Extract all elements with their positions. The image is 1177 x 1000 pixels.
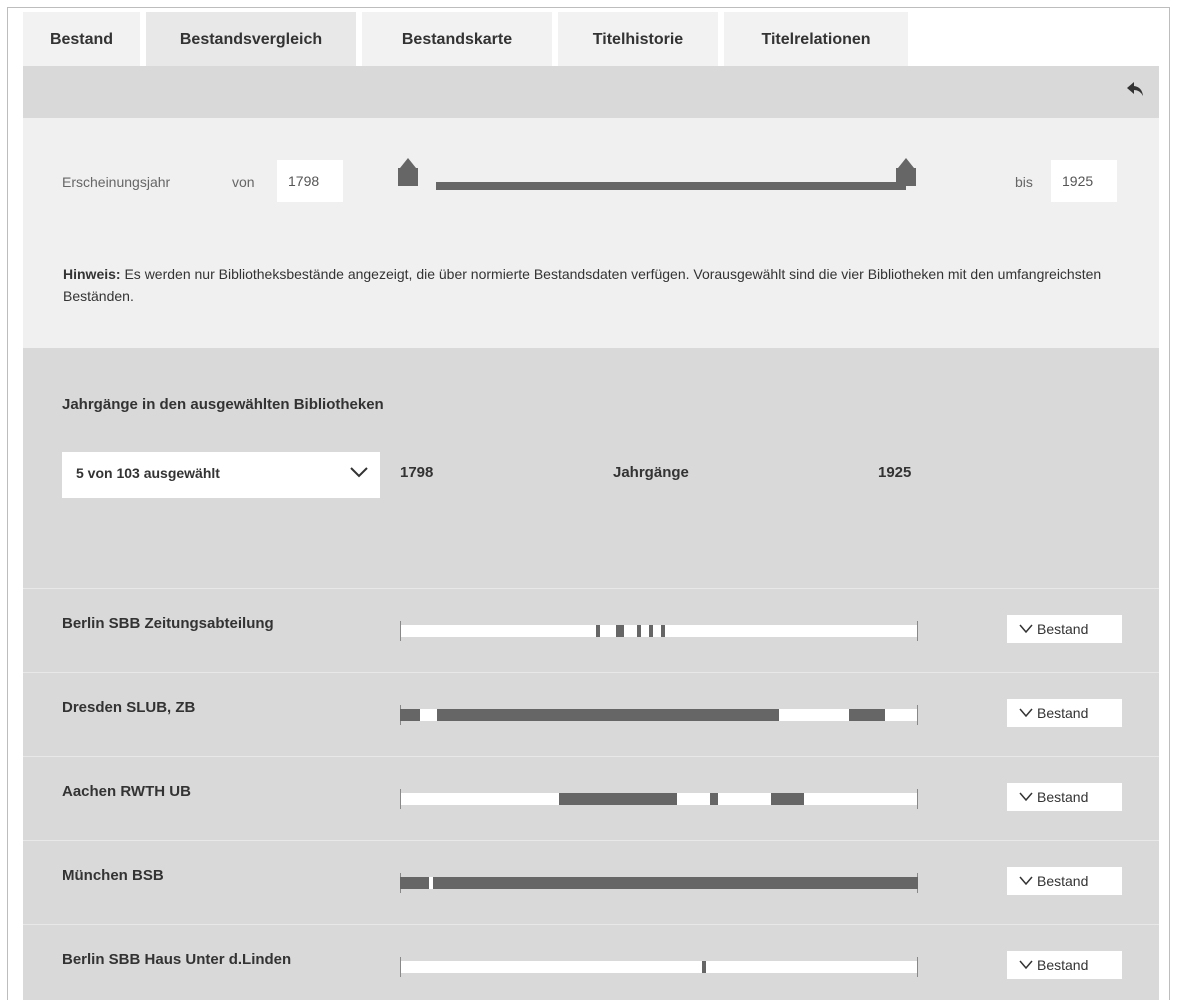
- hint-label: Hinweis:: [63, 266, 121, 282]
- holding-segment: [648, 625, 653, 637]
- bestand-toggle-button[interactable]: Bestand: [1007, 867, 1122, 895]
- bestand-toggle-button[interactable]: Bestand: [1007, 699, 1122, 727]
- to-year-input[interactable]: 1925: [1051, 160, 1117, 202]
- library-name: München BSB: [62, 867, 164, 884]
- toolbar: [23, 66, 1159, 118]
- holding-segment: [636, 625, 641, 637]
- library-select-dropdown[interactable]: 5 von 103 ausgewählt: [62, 452, 380, 498]
- holding-segment: [661, 625, 666, 637]
- bestand-button-label: Bestand: [1037, 957, 1089, 973]
- timeline-start-tick: [400, 789, 401, 809]
- tab-bestandskarte[interactable]: Bestandskarte: [362, 12, 552, 66]
- holdings-timeline: [400, 957, 918, 977]
- bestand-button-label: Bestand: [1037, 873, 1089, 889]
- library-row: Berlin SBB Haus Unter d.Linden Bestand: [23, 924, 1159, 1000]
- holdings-timeline: [400, 621, 918, 641]
- timeline-start-tick: [400, 621, 401, 641]
- bestand-button-label: Bestand: [1037, 789, 1089, 805]
- holdings-comparison-panel: Bestand Bestandsvergleich Bestandskarte …: [7, 7, 1170, 1000]
- tab-bestandsvergleich[interactable]: Bestandsvergleich: [146, 12, 356, 66]
- bestand-button-label: Bestand: [1037, 705, 1089, 721]
- axis-end-year: 1925: [878, 464, 912, 481]
- undo-arrow-icon[interactable]: [1125, 78, 1147, 100]
- chevron-down-icon: [1019, 876, 1033, 885]
- holding-segment: [559, 793, 678, 805]
- holdings-comparison-area: Jahrgänge in den ausgewählten Bibliothek…: [23, 348, 1159, 1000]
- library-name: Dresden SLUB, ZB: [62, 699, 196, 716]
- from-year-input[interactable]: 1798: [277, 160, 343, 202]
- tab-titelrelationen[interactable]: Titelrelationen: [724, 12, 908, 66]
- year-range-slider[interactable]: [436, 182, 906, 190]
- chevron-down-icon: [1019, 708, 1033, 717]
- from-label: von: [232, 174, 255, 190]
- holding-segment: [400, 709, 421, 721]
- library-name: Berlin SBB Haus Unter d.Linden: [62, 951, 292, 968]
- holding-segment: [436, 709, 780, 721]
- holdings-timeline: [400, 873, 918, 893]
- library-row: Aachen RWTH UB Bestand: [23, 756, 1159, 840]
- chevron-down-icon: [1019, 624, 1033, 633]
- bestand-toggle-button[interactable]: Bestand: [1007, 951, 1122, 979]
- axis-label: Jahrgänge: [613, 464, 689, 481]
- timeline-end-tick: [917, 621, 918, 641]
- holding-segment: [432, 877, 918, 889]
- chevron-down-icon: [1019, 960, 1033, 969]
- to-label: bis: [1015, 174, 1033, 190]
- holding-segment: [595, 625, 600, 637]
- holding-segment: [400, 877, 429, 889]
- axis-start-year: 1798: [400, 464, 434, 481]
- year-filter-label: Erscheinungsjahr: [62, 174, 171, 190]
- tab-bestand[interactable]: Bestand: [23, 12, 140, 66]
- holdings-timeline: [400, 705, 918, 725]
- holding-segment: [710, 793, 719, 805]
- holding-segment: [848, 709, 886, 721]
- chevron-down-icon: [350, 467, 368, 478]
- hint-message: Es werden nur Bibliotheksbestände angeze…: [63, 266, 1102, 304]
- holding-segment: [701, 961, 706, 973]
- holdings-timeline: [400, 789, 918, 809]
- bestand-toggle-button[interactable]: Bestand: [1007, 783, 1122, 811]
- holding-segment: [771, 793, 804, 805]
- bestand-toggle-button[interactable]: Bestand: [1007, 615, 1122, 643]
- library-row: Dresden SLUB, ZB Bestand: [23, 672, 1159, 756]
- slider-end-handle[interactable]: [896, 158, 916, 186]
- dropdown-value: 5 von 103 ausgewählt: [76, 465, 220, 481]
- timeline-end-tick: [917, 789, 918, 809]
- chevron-down-icon: [1019, 792, 1033, 801]
- library-row: München BSB Bestand: [23, 840, 1159, 924]
- tab-titelhistorie[interactable]: Titelhistorie: [558, 12, 718, 66]
- library-name: Berlin SBB Zeitungsabteilung: [62, 615, 274, 632]
- year-filter-panel: Erscheinungsjahr von 1798 bis 1925 Hinwe…: [23, 118, 1159, 348]
- section-title: Jahrgänge in den ausgewählten Bibliothek…: [62, 396, 384, 413]
- timeline-end-tick: [917, 957, 918, 977]
- holding-segment: [616, 625, 625, 637]
- bestand-button-label: Bestand: [1037, 621, 1089, 637]
- library-row: Berlin SBB Zeitungsabteilung Bestand: [23, 588, 1159, 672]
- timeline-start-tick: [400, 957, 401, 977]
- timeline-end-tick: [917, 705, 918, 725]
- slider-start-handle[interactable]: [398, 158, 418, 186]
- hint-text: Hinweis: Es werden nur Bibliotheksbestän…: [63, 263, 1123, 307]
- library-name: Aachen RWTH UB: [62, 783, 191, 800]
